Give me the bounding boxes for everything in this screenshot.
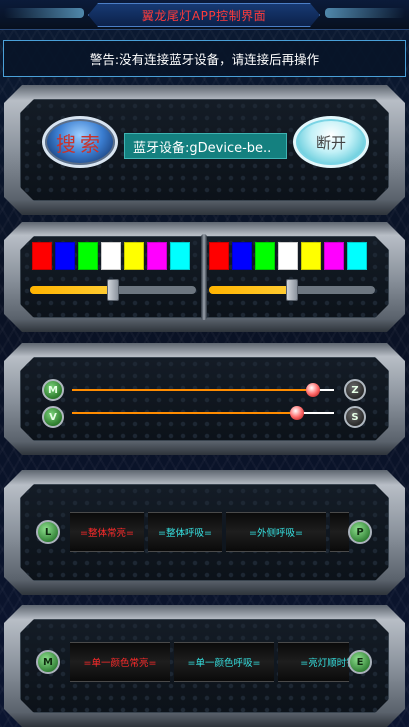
v-button-label: V	[49, 411, 57, 423]
search-button[interactable]: 搜索	[42, 116, 118, 168]
m-button[interactable]: M	[42, 379, 64, 401]
modes-2-left-icon-label: M	[43, 656, 53, 668]
mode-button-label: =单一颜色常亮=	[83, 658, 157, 669]
disconnect-button[interactable]: 断开	[293, 116, 369, 168]
mode-button[interactable]: =外侧呼吸=	[226, 512, 326, 552]
left-color-swatch[interactable]	[78, 242, 98, 270]
mode-button[interactable]: =单一颜色呼吸=	[174, 642, 274, 682]
modes-panel-2: M =单一颜色常亮= =单一颜色呼吸= =亮灯顺时针 E	[4, 605, 405, 727]
mode-button-label: =亮灯顺时针	[300, 658, 347, 669]
right-brightness-thumb[interactable]	[286, 279, 298, 301]
left-brightness-fill	[30, 286, 113, 294]
modes-2-strip: =单一颜色常亮= =单一颜色呼吸= =亮灯顺时针	[70, 642, 349, 682]
disconnect-button-label: 断开	[315, 133, 346, 152]
modes-1-right-icon[interactable]: P	[348, 520, 372, 544]
right-color-swatch[interactable]	[324, 242, 344, 270]
m-button-label: M	[48, 384, 58, 396]
mode-button[interactable]: =整体常亮=	[70, 512, 144, 552]
modes-1-left-icon[interactable]: L	[36, 520, 60, 544]
z-button-label: Z	[351, 384, 359, 396]
left-color-swatch[interactable]	[170, 242, 190, 270]
modes-panel-1: L =整体常亮= =整体呼吸= =外侧呼吸= P	[4, 470, 405, 595]
warning-banner: 警告:没有连接蓝牙设备，请连接后再操作	[3, 40, 406, 77]
header-right-wing	[325, 8, 405, 18]
left-color-swatch[interactable]	[32, 242, 52, 270]
right-color-swatch[interactable]	[255, 242, 275, 270]
left-color-swatch[interactable]	[101, 242, 121, 270]
right-color-swatch[interactable]	[232, 242, 252, 270]
color-panel-divider	[201, 234, 207, 320]
right-color-swatch[interactable]	[301, 242, 321, 270]
v-slider-fill	[72, 412, 297, 414]
mode-button-label: =整体呼吸=	[158, 528, 212, 539]
modes-1-left-icon-label: L	[44, 526, 52, 538]
m-slider-thumb[interactable]	[306, 383, 320, 397]
right-color-swatch[interactable]	[347, 242, 367, 270]
left-color-swatch[interactable]	[55, 242, 75, 270]
device-name-text: 蓝牙设备:gDevice-be..	[133, 140, 272, 156]
left-brightness-thumb[interactable]	[107, 279, 119, 301]
modes-1-strip: =整体常亮= =整体呼吸= =外侧呼吸=	[70, 512, 349, 552]
mode-button[interactable]: =整体呼吸=	[148, 512, 222, 552]
search-button-label: 搜索	[56, 131, 104, 156]
s-button-label: S	[351, 411, 359, 423]
color-panel	[4, 222, 405, 332]
left-color-swatch[interactable]	[124, 242, 144, 270]
header: 翼龙尾灯APP控制界面	[0, 0, 409, 30]
mode-button-label: =单一颜色呼吸=	[187, 658, 261, 669]
z-button[interactable]: Z	[344, 379, 366, 401]
warning-text: 警告:没有连接蓝牙设备，请连接后再操作	[89, 52, 320, 67]
header-left-wing	[4, 8, 84, 18]
mode-button-label: =整体常亮=	[80, 528, 134, 539]
modes-1-right-icon-label: P	[356, 526, 364, 538]
modes-2-right-icon[interactable]: E	[348, 650, 372, 674]
v-button[interactable]: V	[42, 406, 64, 428]
mode-button[interactable]	[330, 512, 349, 552]
left-color-swatches	[32, 242, 190, 270]
mode-button[interactable]: =单一颜色常亮=	[70, 642, 170, 682]
left-color-swatch[interactable]	[147, 242, 167, 270]
s-button[interactable]: S	[344, 406, 366, 428]
m-slider[interactable]	[72, 389, 334, 391]
m-slider-fill	[72, 389, 313, 391]
mode-button[interactable]: =亮灯顺时针	[278, 642, 349, 682]
app-root: 翼龙尾灯APP控制界面 警告:没有连接蓝牙设备，请连接后再操作 搜索 蓝牙设备:…	[0, 0, 409, 727]
modes-2-right-icon-label: E	[356, 656, 364, 668]
title-plate: 翼龙尾灯APP控制界面	[88, 3, 320, 27]
mode-speed-panel-inner	[20, 357, 389, 441]
connection-panel: 搜索 蓝牙设备:gDevice-be.. 断开	[4, 85, 405, 215]
right-color-swatches	[209, 242, 367, 270]
right-brightness-fill	[209, 286, 292, 294]
right-color-swatch[interactable]	[278, 242, 298, 270]
device-name-field: 蓝牙设备:gDevice-be..	[124, 133, 287, 159]
modes-2-left-icon[interactable]: M	[36, 650, 60, 674]
mode-button-label: =外侧呼吸=	[249, 528, 303, 539]
mode-speed-panel: M Z V S	[4, 343, 405, 455]
page-title: 翼龙尾灯APP控制界面	[141, 8, 267, 23]
right-color-swatch[interactable]	[209, 242, 229, 270]
